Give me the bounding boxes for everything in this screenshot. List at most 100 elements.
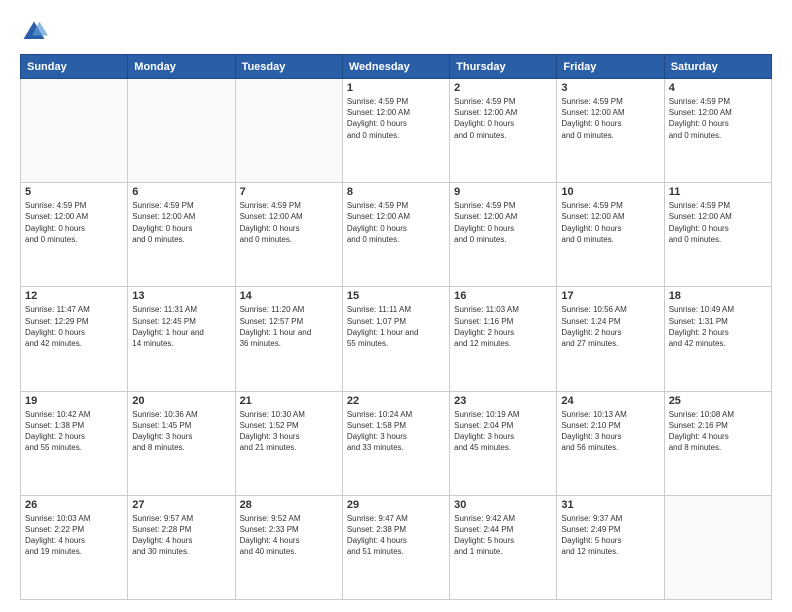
calendar-cell: 19 Sunrise: 10:42 AMSunset: 1:38 PMDaylig…	[21, 391, 128, 495]
day-number: 1	[347, 82, 445, 94]
day-number: 23	[454, 395, 552, 407]
day-number: 8	[347, 186, 445, 198]
calendar-cell: 6 Sunrise: 4:59 PMSunset: 12:00 AMDayligh…	[128, 183, 235, 287]
day-info: Sunrise: 11:31 AMSunset: 12:45 PMDayligh…	[132, 304, 230, 349]
day-info: Sunrise: 4:59 PMSunset: 12:00 AMDaylight…	[25, 200, 123, 245]
calendar-week-row: 5 Sunrise: 4:59 PMSunset: 12:00 AMDayligh…	[21, 183, 772, 287]
day-info: Sunrise: 10:49 AMSunset: 1:31 PMDaylight…	[669, 304, 767, 349]
calendar-cell: 2 Sunrise: 4:59 PMSunset: 12:00 AMDayligh…	[450, 79, 557, 183]
day-info: Sunrise: 11:03 AMSunset: 1:16 PMDaylight…	[454, 304, 552, 349]
day-number: 15	[347, 290, 445, 302]
day-number: 7	[240, 186, 338, 198]
calendar-week-row: 12 Sunrise: 11:47 AMSunset: 12:29 PMDayli…	[21, 287, 772, 391]
calendar-cell: 4 Sunrise: 4:59 PMSunset: 12:00 AMDayligh…	[664, 79, 771, 183]
calendar-cell: 22 Sunrise: 10:24 AMSunset: 1:58 PMDaylig…	[342, 391, 449, 495]
calendar-cell: 20 Sunrise: 10:36 AMSunset: 1:45 PMDaylig…	[128, 391, 235, 495]
calendar-cell	[128, 79, 235, 183]
header	[20, 18, 772, 46]
calendar-cell: 17 Sunrise: 10:56 AMSunset: 1:24 PMDaylig…	[557, 287, 664, 391]
calendar-table: SundayMondayTuesdayWednesdayThursdayFrid…	[20, 54, 772, 600]
calendar-week-row: 26Sunrise: 10:03 AMSunset: 2:22 PMDaylig…	[21, 495, 772, 599]
calendar-cell: 21 Sunrise: 10:30 AMSunset: 1:52 PMDaylig…	[235, 391, 342, 495]
day-info: Sunrise: 9:52 AMSunset: 2:33 PMDaylight:…	[240, 513, 338, 558]
logo	[20, 18, 52, 46]
day-number: 9	[454, 186, 552, 198]
day-number: 25	[669, 395, 767, 407]
day-info: Sunrise: 11:11 AMSunset: 1:07 PMDaylight…	[347, 304, 445, 349]
day-info: Sunrise: 10:42 AMSunset: 1:38 PMDaylight…	[25, 409, 123, 454]
day-number: 29	[347, 499, 445, 511]
weekday-header-thursday: Thursday	[450, 55, 557, 79]
day-number: 2	[454, 82, 552, 94]
calendar-cell: 1 Sunrise: 4:59 PMSunset: 12:00 AMDayligh…	[342, 79, 449, 183]
calendar-cell: 7 Sunrise: 4:59 PMSunset: 12:00 AMDayligh…	[235, 183, 342, 287]
calendar-cell	[235, 79, 342, 183]
calendar-cell: 13 Sunrise: 11:31 AMSunset: 12:45 PMDayli…	[128, 287, 235, 391]
calendar-cell	[664, 495, 771, 599]
day-info: Sunrise: 4:59 PMSunset: 12:00 AMDaylight…	[347, 96, 445, 141]
calendar-week-row: 19 Sunrise: 10:42 AMSunset: 1:38 PMDaylig…	[21, 391, 772, 495]
calendar-cell: 12 Sunrise: 11:47 AMSunset: 12:29 PMDayli…	[21, 287, 128, 391]
day-number: 13	[132, 290, 230, 302]
day-number: 27	[132, 499, 230, 511]
day-number: 24	[561, 395, 659, 407]
day-info: Sunrise: 9:42 AMSunset: 2:44 PMDaylight:…	[454, 513, 552, 558]
day-info: Sunrise: 11:47 AMSunset: 12:29 PMDayligh…	[25, 304, 123, 349]
day-info: Sunrise: 10:56 AMSunset: 1:24 PMDaylight…	[561, 304, 659, 349]
calendar-cell: 5 Sunrise: 4:59 PMSunset: 12:00 AMDayligh…	[21, 183, 128, 287]
day-number: 5	[25, 186, 123, 198]
day-info: Sunrise: 4:59 PMSunset: 12:00 AMDaylight…	[669, 96, 767, 141]
calendar-cell	[21, 79, 128, 183]
day-info: Sunrise: 4:59 PMSunset: 12:00 AMDaylight…	[454, 200, 552, 245]
calendar-cell: 27 Sunrise: 9:57 AMSunset: 2:28 PMDayligh…	[128, 495, 235, 599]
day-number: 30	[454, 499, 552, 511]
calendar-cell: 16Sunrise: 11:03 AMSunset: 1:16 PMDaylig…	[450, 287, 557, 391]
day-number: 31	[561, 499, 659, 511]
day-info: Sunrise: 10:30 AMSunset: 1:52 PMDaylight…	[240, 409, 338, 454]
day-number: 20	[132, 395, 230, 407]
day-number: 6	[132, 186, 230, 198]
calendar-cell: 9 Sunrise: 4:59 PMSunset: 12:00 AMDayligh…	[450, 183, 557, 287]
day-info: Sunrise: 9:47 AMSunset: 2:38 PMDaylight:…	[347, 513, 445, 558]
calendar-cell: 8 Sunrise: 4:59 PMSunset: 12:00 AMDayligh…	[342, 183, 449, 287]
day-info: Sunrise: 10:19 AMSunset: 2:04 PMDaylight…	[454, 409, 552, 454]
day-info: Sunrise: 4:59 PMSunset: 12:00 AMDaylight…	[347, 200, 445, 245]
weekday-header-sunday: Sunday	[21, 55, 128, 79]
weekday-header-saturday: Saturday	[664, 55, 771, 79]
day-info: Sunrise: 10:24 AMSunset: 1:58 PMDaylight…	[347, 409, 445, 454]
day-info: Sunrise: 9:37 AMSunset: 2:49 PMDaylight:…	[561, 513, 659, 558]
day-info: Sunrise: 10:36 AMSunset: 1:45 PMDaylight…	[132, 409, 230, 454]
calendar-cell: 24 Sunrise: 10:13 AMSunset: 2:10 PMDaylig…	[557, 391, 664, 495]
day-info: Sunrise: 10:13 AMSunset: 2:10 PMDaylight…	[561, 409, 659, 454]
calendar-cell: 30 Sunrise: 9:42 AMSunset: 2:44 PMDayligh…	[450, 495, 557, 599]
calendar-cell: 3Sunrise: 4:59 PMSunset: 12:00 AMDayligh…	[557, 79, 664, 183]
calendar-cell: 10 Sunrise: 4:59 PMSunset: 12:00 AMDaylig…	[557, 183, 664, 287]
day-number: 22	[347, 395, 445, 407]
day-number: 10	[561, 186, 659, 198]
calendar-cell: 11 Sunrise: 4:59 PMSunset: 12:00 AMDaylig…	[664, 183, 771, 287]
weekday-header-monday: Monday	[128, 55, 235, 79]
calendar-cell: 29 Sunrise: 9:47 AMSunset: 2:38 PMDayligh…	[342, 495, 449, 599]
calendar-cell: 14Sunrise: 11:20 AMSunset: 12:57 PMDayli…	[235, 287, 342, 391]
day-info: Sunrise: 9:57 AMSunset: 2:28 PMDaylight:…	[132, 513, 230, 558]
day-info: Sunrise: 4:59 PMSunset: 12:00 AMDaylight…	[132, 200, 230, 245]
day-info: Sunrise: 4:59 PMSunset: 12:00 AMDaylight…	[240, 200, 338, 245]
day-number: 12	[25, 290, 123, 302]
calendar-cell: 18 Sunrise: 10:49 AMSunset: 1:31 PMDaylig…	[664, 287, 771, 391]
day-info: Sunrise: 4:59 PMSunset: 12:00 AMDaylight…	[454, 96, 552, 141]
day-info: Sunrise: 10:03 AMSunset: 2:22 PMDaylight…	[25, 513, 123, 558]
day-number: 18	[669, 290, 767, 302]
day-number: 11	[669, 186, 767, 198]
day-number: 14	[240, 290, 338, 302]
day-info: Sunrise: 4:59 PMSunset: 12:00 AMDaylight…	[561, 200, 659, 245]
calendar-cell: 26Sunrise: 10:03 AMSunset: 2:22 PMDaylig…	[21, 495, 128, 599]
day-number: 19	[25, 395, 123, 407]
calendar-cell: 31 Sunrise: 9:37 AMSunset: 2:49 PMDayligh…	[557, 495, 664, 599]
day-number: 4	[669, 82, 767, 94]
day-number: 21	[240, 395, 338, 407]
day-number: 17	[561, 290, 659, 302]
calendar-cell: 15 Sunrise: 11:11 AMSunset: 1:07 PMDaylig…	[342, 287, 449, 391]
day-info: Sunrise: 10:08 AMSunset: 2:16 PMDaylight…	[669, 409, 767, 454]
weekday-header-wednesday: Wednesday	[342, 55, 449, 79]
day-info: Sunrise: 4:59 PMSunset: 12:00 AMDaylight…	[669, 200, 767, 245]
